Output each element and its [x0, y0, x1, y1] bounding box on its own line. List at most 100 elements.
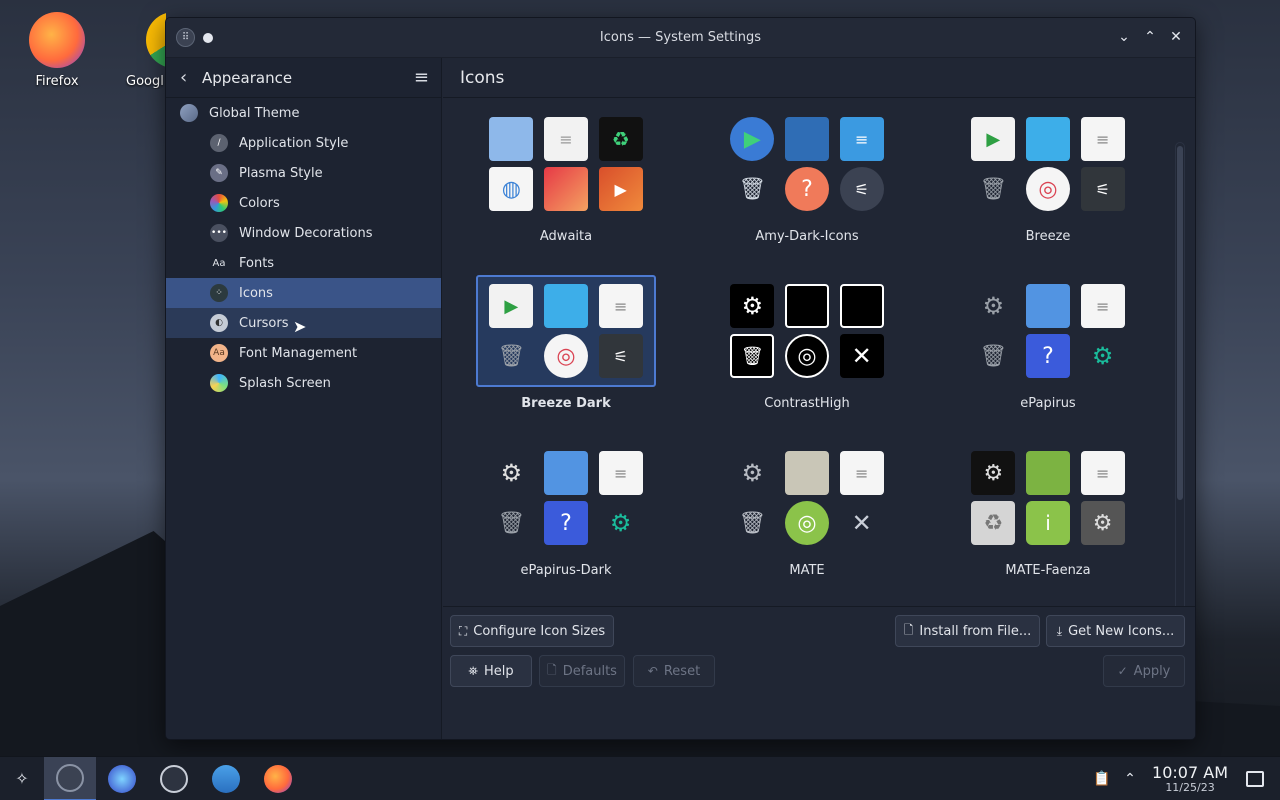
theme-name: ePapirus [1020, 396, 1076, 411]
sidebar-item-plasma-style[interactable]: ✎ Plasma Style [166, 158, 441, 188]
lifebuoy-icon: ◎ [784, 334, 829, 378]
task-system-settings[interactable] [44, 756, 96, 800]
desktop-icon-label: Googl [126, 74, 164, 89]
task-discover[interactable] [96, 757, 148, 800]
sidebar-item-colors[interactable]: Colors [166, 188, 441, 218]
settings-sliders-icon: ⚟ [1080, 167, 1125, 211]
theme-preview: ≡ ♻ ◍ ▶ [476, 108, 656, 220]
desktop-icon-chrome[interactable]: Googl [106, 12, 166, 89]
plasma-style-icon: ✎ [210, 164, 228, 182]
sidebar-item-global-theme[interactable]: Global Theme [166, 98, 441, 128]
chrome-icon [146, 12, 166, 68]
sidebar-item-label: Font Management [239, 345, 358, 361]
gears-icon: ⚙ [971, 451, 1016, 495]
sidebar-item-label: Application Style [239, 135, 349, 151]
theme-tile-mate-faenza[interactable]: ⚙ ≡ ♻ i ⚙ MATE-Faenza [958, 442, 1138, 592]
theme-name: Breeze Dark [521, 396, 611, 411]
app-menu-icon[interactable]: ⠿ [176, 28, 195, 47]
folder-icon [1025, 117, 1070, 161]
get-new-icons-button[interactable]: ⤓ Get New Icons... [1046, 615, 1185, 647]
hamburger-menu-icon[interactable]: ≡ [414, 67, 429, 88]
help-icon: ? [1025, 334, 1070, 378]
theme-tile-breeze-dark[interactable]: ▶ ≡ 🗑 ◎ ⚟ Breeze Dark [476, 275, 656, 425]
system-tray: 📋 ⌃ 10:07 AM 11/25/23 [1088, 757, 1280, 800]
digital-clock[interactable]: 10:07 AM 11/25/23 [1152, 764, 1228, 794]
help-button[interactable]: ⛯ Help [450, 655, 532, 687]
sidebar-item-label: Fonts [239, 255, 275, 271]
minimize-icon[interactable]: ⌄ [1115, 28, 1133, 46]
sidebar-item-splash-screen[interactable]: Splash Screen [166, 368, 441, 398]
task-konsole[interactable] [148, 757, 200, 800]
apply-button[interactable]: ✓ Apply [1103, 655, 1185, 687]
maximize-icon[interactable]: ⌃ [1141, 28, 1159, 46]
settings-sliders-icon: ⚟ [839, 167, 884, 211]
keep-above-icon[interactable] [203, 32, 213, 43]
theme-tile-epapirus[interactable]: ⚙ ≡ 🗑 ? ⚙ ePapirus [958, 275, 1138, 425]
sidebar-item-label: Icons [239, 285, 273, 301]
clock-date: 11/25/23 [1165, 780, 1215, 794]
close-icon[interactable]: ✕ [1167, 28, 1185, 46]
sidebar-item-font-management[interactable]: Aa Font Management [166, 338, 441, 368]
trash-icon: 🗑 [497, 343, 526, 369]
show-desktop-icon[interactable] [1246, 771, 1264, 787]
trash-icon: ♻ [971, 501, 1016, 545]
theme-tile-breeze[interactable]: ▶ ≡ 🗑 ◎ ⚟ Breeze [958, 108, 1138, 258]
folder-icon [1025, 284, 1070, 328]
splash-screen-icon [210, 374, 228, 392]
sidebar-item-cursors[interactable]: ◐ Cursors ➤ [166, 308, 441, 338]
theme-tile-amy-dark-icons[interactable]: ▶ ≡ 🗑 ? ⚟ Amy-Dark-Icons [717, 108, 897, 258]
tools-icon: ✕ [839, 334, 884, 378]
titlebar[interactable]: ⠿ Icons — System Settings ⌄ ⌃ ✕ [166, 18, 1195, 58]
sidebar-item-icons[interactable]: ⁘ Icons [166, 278, 441, 308]
theme-name: MATE [789, 563, 825, 578]
document-icon: ≡ [839, 117, 884, 161]
settings-gear-icon: ⚙ [1091, 342, 1114, 370]
button-label: Configure Icon Sizes [473, 623, 606, 639]
document-icon [839, 284, 884, 328]
document-icon: ≡ [598, 284, 643, 328]
clipboard-icon[interactable]: 📋 [1088, 771, 1116, 787]
back-arrow-icon[interactable]: ‹ [180, 67, 202, 88]
sidebar-title[interactable]: Appearance [202, 69, 414, 87]
settings-gear-icon: ⚙ [1080, 501, 1125, 545]
theme-tile-epapirus-dark[interactable]: ⚙ ≡ 🗑 ? ⚙ ePapirus-Dark [476, 442, 656, 592]
install-from-file-button[interactable]: 🗋 Install from File... [895, 615, 1040, 647]
settings-gear-icon: ⚙ [609, 509, 632, 537]
theme-tile-adwaita[interactable]: ≡ ♻ ◍ ▶ Adwaita [476, 108, 656, 258]
desktop-icon-label: Firefox [35, 74, 79, 89]
configure-icon-sizes-button[interactable]: ⛶ Configure Icon Sizes [450, 615, 614, 647]
scrollbar-thumb[interactable] [1177, 146, 1183, 500]
defaults-button[interactable]: 🗋 Defaults [539, 655, 625, 687]
undo-icon: ↶ [647, 664, 658, 678]
desktop-icon-firefox[interactable]: Firefox [17, 12, 97, 89]
brush-icon: / [210, 134, 228, 152]
trash-icon: 🗑 [738, 510, 767, 536]
video-icon: ▶ [598, 167, 643, 211]
theme-tile-contrasthigh[interactable]: ⚙ 🗑 ◎ ✕ ContrastHigh [717, 275, 897, 425]
sidebar-item-window-decorations[interactable]: ••• Window Decorations [166, 218, 441, 248]
firefox-icon [264, 764, 292, 793]
task-firefox[interactable] [252, 757, 304, 800]
button-label: Help [483, 663, 514, 679]
theme-tile-mate[interactable]: ⚙ ≡ 🗑 ◎ ✕ MATE [717, 442, 897, 592]
check-icon: ✓ [1117, 664, 1128, 678]
theme-preview: ⚙ ≡ ♻ i ⚙ [958, 442, 1138, 554]
chevron-up-icon[interactable]: ⌃ [1116, 771, 1144, 787]
button-label: Get New Icons... [1068, 623, 1175, 639]
info-icon: i [1025, 501, 1070, 545]
trash-icon: 🗑 [979, 176, 1008, 202]
trash-icon: 🗑 [979, 343, 1008, 369]
recycle-bin-icon: ♻ [598, 117, 643, 161]
reset-button[interactable]: ↶ Reset [633, 655, 715, 687]
button-label: Defaults [562, 663, 617, 679]
sidebar-item-application-style[interactable]: / Application Style [166, 128, 441, 158]
task-dolphin[interactable] [200, 757, 252, 800]
folder-icon [543, 284, 588, 328]
application-launcher-icon[interactable]: ✧ [0, 757, 44, 800]
sidebar-item-label: Plasma Style [239, 165, 323, 181]
fonts-icon: Aa [212, 257, 226, 269]
theme-name: Breeze [1025, 229, 1071, 244]
sidebar-item-fonts[interactable]: Aa Fonts [166, 248, 441, 278]
folder-icon [784, 284, 829, 328]
document-icon: ≡ [1080, 284, 1125, 328]
